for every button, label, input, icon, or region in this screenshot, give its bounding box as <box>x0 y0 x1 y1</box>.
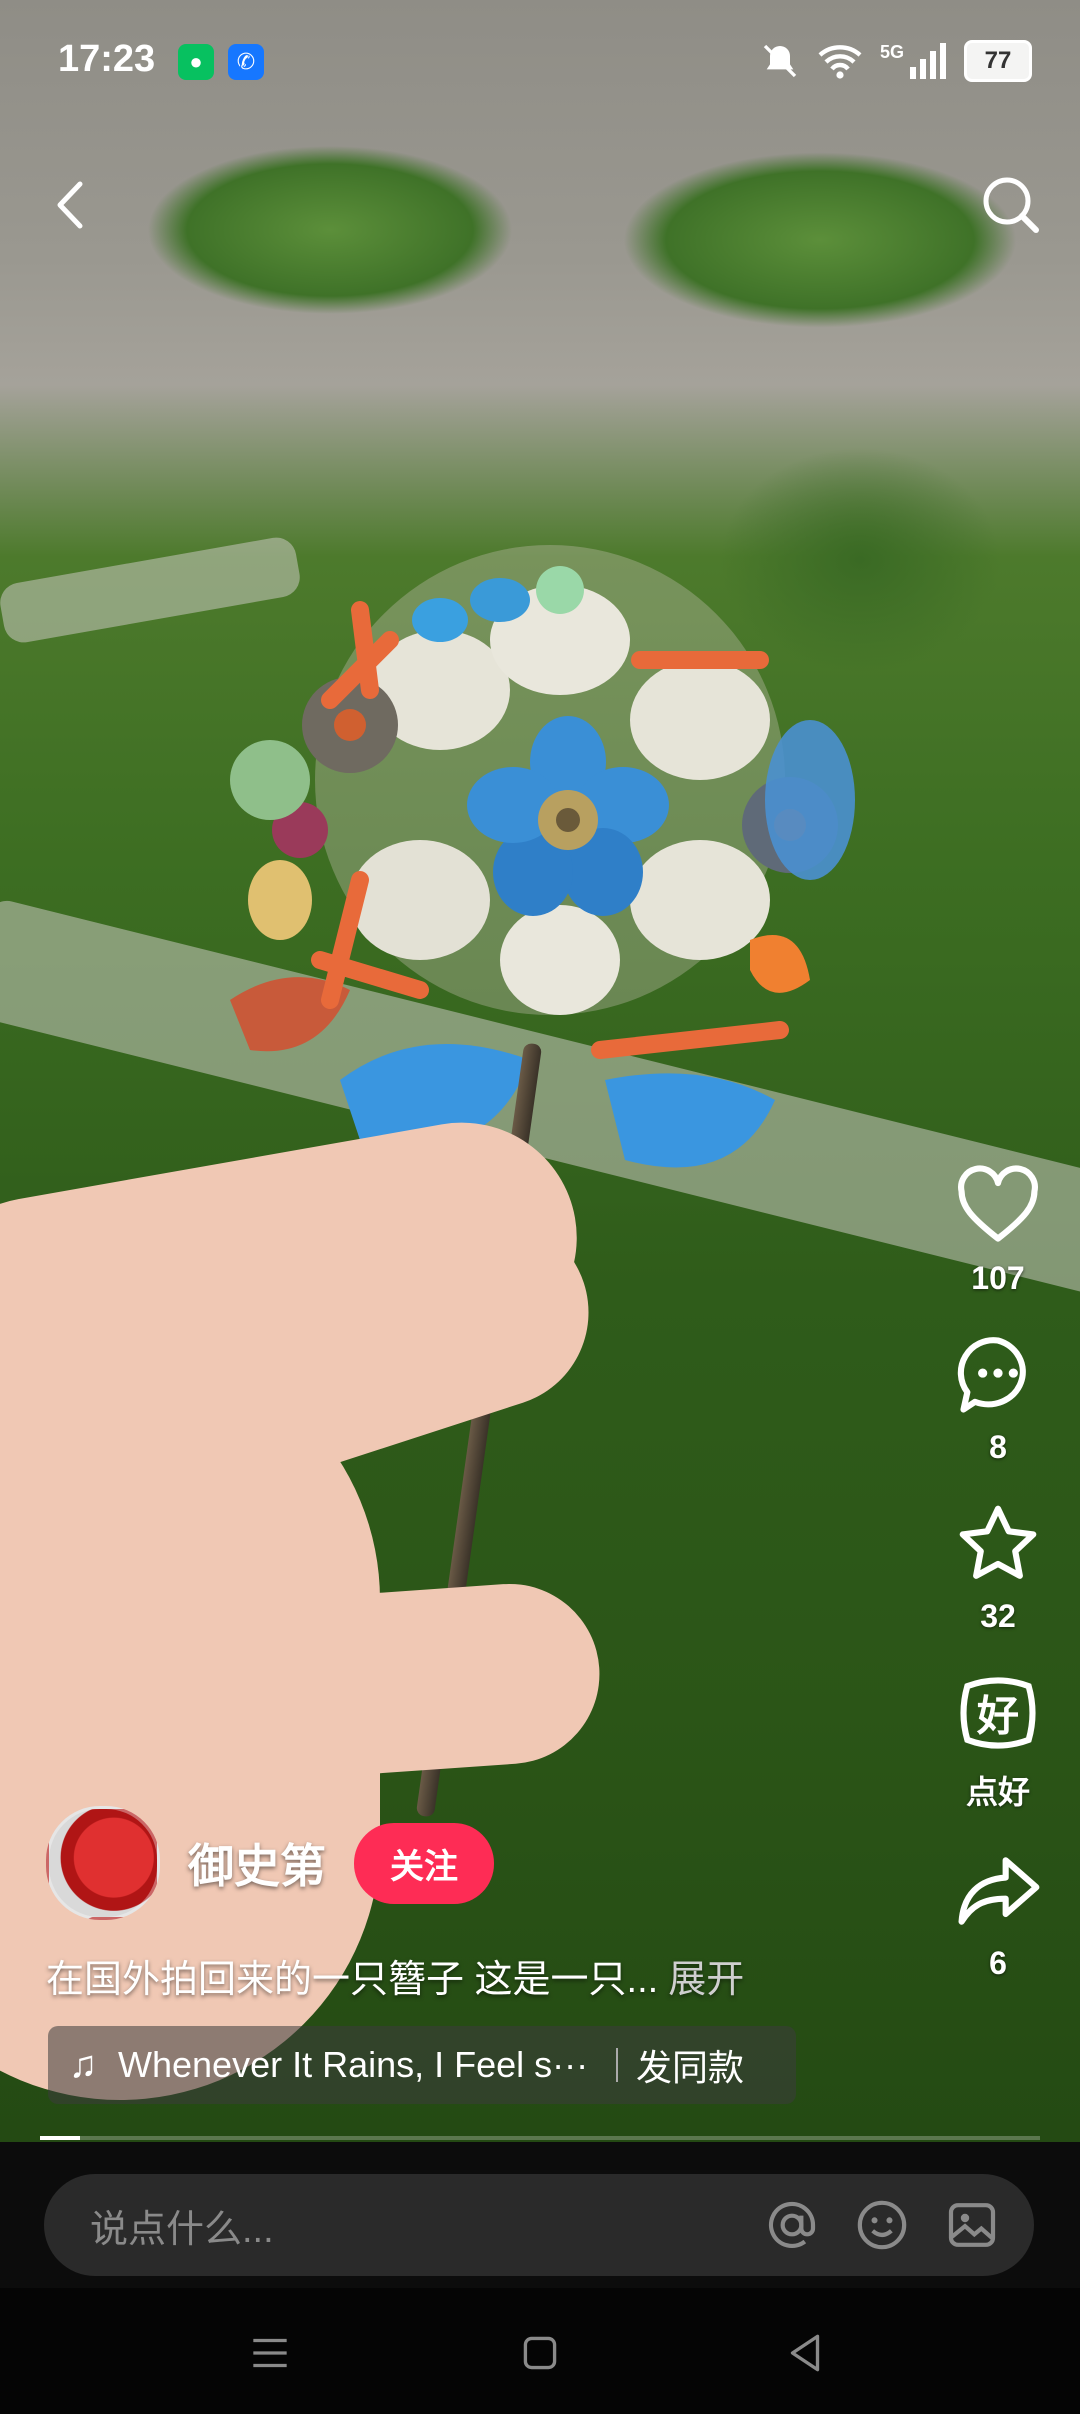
video-progress-bar[interactable] <box>40 2136 1040 2140</box>
hao-stamp-icon: 好 <box>960 1677 1036 1749</box>
divider <box>616 2048 618 2082</box>
follow-button[interactable]: 关注 <box>354 1822 494 1904</box>
wifi-icon <box>818 45 862 79</box>
author-name[interactable]: 御史第 <box>188 1830 326 1896</box>
at-mention-icon[interactable] <box>764 2197 820 2253</box>
avatar[interactable] <box>46 1806 160 1920</box>
music-title[interactable]: Whenever It Rains, I Feel s··· <box>118 2044 598 2086</box>
home-square-icon[interactable] <box>515 2328 565 2378</box>
comment-input[interactable]: 说点什么... <box>44 2174 1034 2276</box>
comment-placeholder: 说点什么... <box>90 2208 274 2251</box>
heart-icon <box>958 1165 1038 1242</box>
like-button[interactable]: 107 <box>938 1160 1058 1297</box>
use-same-music-button[interactable]: 发同款 <box>636 2039 744 2091</box>
caption-text: 在国外拍回来的一只簪子 这是一只... <box>46 1959 659 2001</box>
system-nav-bar <box>0 2288 1080 2414</box>
search-icon[interactable] <box>976 170 1046 240</box>
battery-indicator: 77 <box>964 40 1032 82</box>
emoji-icon[interactable] <box>854 2197 910 2253</box>
good-button[interactable]: 好 点好 <box>938 1667 1058 1813</box>
network-type: 5G <box>879 41 904 62</box>
status-bar: 17:23 ● ✆ 5G 77 <box>0 0 1080 120</box>
share-count: 6 <box>989 1945 1007 1981</box>
star-icon <box>959 1505 1037 1579</box>
music-bar[interactable]: ♫ Whenever It Rains, I Feel s··· 发同款 <box>48 2026 796 2104</box>
like-count: 107 <box>971 1260 1025 1296</box>
favorite-button[interactable]: 32 <box>938 1498 1058 1635</box>
svg-text:好: 好 <box>976 1691 1019 1740</box>
status-time: 17:23 <box>58 38 156 80</box>
caption[interactable]: 在国外拍回来的一只簪子 这是一只... 展开 <box>46 1948 744 2003</box>
music-note-icon: ♫ <box>68 2043 98 2086</box>
image-icon[interactable] <box>944 2197 1000 2253</box>
signal-icon <box>910 43 946 79</box>
share-arrow-icon <box>958 1857 1040 1925</box>
share-button[interactable]: 6 <box>938 1845 1058 1982</box>
chevron-left-icon[interactable] <box>36 170 106 240</box>
back-triangle-icon[interactable] <box>780 2328 830 2378</box>
action-column: 107 8 32 好 点好 6 <box>938 1160 1058 2014</box>
video-progress-fill <box>40 2136 80 2140</box>
comment-bar: 说点什么... <box>0 2142 1080 2288</box>
expand-link[interactable]: 展开 <box>668 1959 744 2001</box>
phone-app-icon: ✆ <box>228 44 264 80</box>
favorite-count: 32 <box>980 1598 1016 1634</box>
good-label: 点好 <box>965 1774 1030 1810</box>
wechat-icon: ● <box>178 44 214 80</box>
author-row: 御史第 关注 <box>46 1806 494 1920</box>
comment-bubble-icon <box>957 1337 1026 1413</box>
menu-icon[interactable] <box>245 2328 295 2378</box>
mute-bell-icon <box>763 44 797 78</box>
comment-count: 8 <box>989 1429 1007 1465</box>
comment-button[interactable]: 8 <box>938 1329 1058 1466</box>
